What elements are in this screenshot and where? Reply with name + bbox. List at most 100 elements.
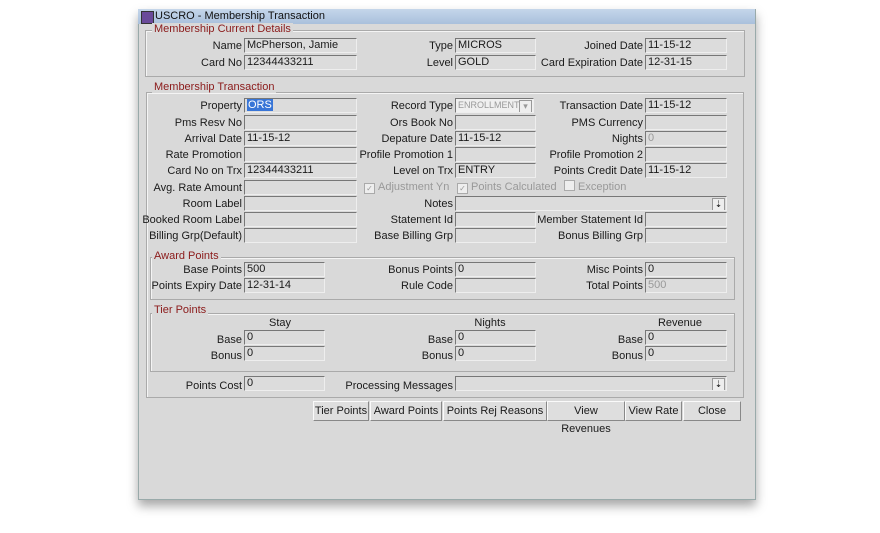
total-points-field[interactable]: 500 (645, 278, 727, 293)
rule-code-field[interactable] (455, 278, 536, 293)
base-points-label: Base Points (183, 264, 242, 276)
joined-date-field[interactable]: 11-15-12 (645, 38, 727, 53)
processing-messages-label: Processing Messages (345, 380, 453, 392)
adjustment-label: Adjustment Yn (378, 181, 450, 193)
revenue-bonus-label: Bonus (611, 350, 643, 362)
stay-base-label: Base (216, 334, 242, 346)
view-rate-button[interactable]: View Rate (625, 401, 682, 421)
expand-down-icon[interactable]: ⇣ (712, 198, 725, 210)
points-credit-date-label: Points Credit Date (553, 165, 643, 177)
nights-label: Nights (611, 133, 643, 145)
title-bar[interactable]: USCRO - Membership Transaction (138, 9, 755, 24)
checkmark-icon: ✓ (364, 183, 375, 194)
processing-messages-field[interactable]: ⇣ (455, 376, 727, 391)
current-details-legend: Membership Current Details (152, 23, 293, 35)
card-no-on-trx-label: Card No on Trx (167, 165, 242, 177)
avg-rate-amount-label: Avg. Rate Amount (153, 182, 242, 194)
level-label: Level (426, 57, 453, 69)
points-calculated-label: Points Calculated (471, 181, 557, 193)
base-points-field[interactable]: 500 (244, 262, 325, 277)
bonus-billing-grp-label: Bonus Billing Grp (558, 230, 643, 242)
record-type-select[interactable]: ENROLLMENT ▾ (455, 98, 534, 113)
card-expiration-field[interactable]: 12-31-15 (645, 55, 727, 70)
checkmark-icon: ✓ (457, 183, 468, 194)
property-value: ORS (247, 99, 273, 111)
revenue-bonus-field[interactable]: 0 (645, 346, 727, 361)
nights-bonus-label: Bonus (421, 350, 453, 362)
stay-bonus-field[interactable]: 0 (244, 346, 325, 361)
statement-id-field[interactable] (455, 212, 536, 227)
property-label: Property (200, 100, 242, 112)
card-no-label: Card No (201, 57, 242, 69)
level-on-trx-field[interactable]: ENTRY (455, 163, 536, 178)
tier-points-button[interactable]: Tier Points (313, 401, 369, 421)
view-revenues-button[interactable]: View Revenues (547, 401, 625, 435)
nights-header: Nights (474, 317, 506, 329)
booked-room-label-label: Booked Room Label (142, 214, 242, 226)
bonus-points-label: Bonus Points (388, 264, 453, 276)
stay-base-field[interactable]: 0 (244, 330, 325, 345)
notes-field[interactable]: ⇣ (455, 196, 727, 211)
revenue-base-label: Base (617, 334, 643, 346)
award-points-legend: Award Points (152, 250, 221, 262)
misc-points-field[interactable]: 0 (645, 262, 727, 277)
pms-currency-label: PMS Currency (571, 117, 643, 129)
adjustment-checkbox[interactable]: ✓ Adjustment Yn (364, 180, 449, 194)
pms-resv-label: Pms Resv No (174, 117, 242, 129)
profile-promotion-1-field[interactable] (455, 147, 536, 162)
notes-label: Notes (424, 198, 453, 210)
level-field[interactable]: GOLD (455, 55, 536, 70)
stay-header: Stay (268, 317, 291, 329)
room-label-label: Room Label (182, 198, 242, 210)
stay-bonus-label: Bonus (210, 350, 242, 362)
points-cost-label: Points Cost (185, 380, 242, 392)
transaction-date-label: Transaction Date (559, 100, 643, 112)
nights-base-field[interactable]: 0 (455, 330, 536, 345)
billing-grp-default-label: Billing Grp(Default) (149, 230, 242, 242)
joined-date-label: Joined Date (584, 40, 643, 52)
record-type-label: Record Type (390, 100, 453, 112)
revenue-header: Revenue (657, 317, 703, 329)
type-label: Type (429, 40, 453, 52)
misc-points-label: Misc Points (586, 264, 643, 276)
points-expiry-date-label: Points Expiry Date (151, 280, 242, 292)
checkbox-empty-icon (564, 180, 575, 191)
points-calculated-checkbox[interactable]: ✓ Points Calculated (457, 180, 557, 194)
avg-rate-amount-field[interactable] (244, 180, 357, 195)
ors-book-label: Ors Book No (390, 117, 453, 129)
base-billing-grp-label: Base Billing Grp (374, 230, 453, 242)
points-rej-reasons-button[interactable]: Points Rej Reasons (443, 401, 547, 421)
record-type-value: ENROLLMENT (458, 100, 520, 110)
exception-checkbox[interactable]: Exception (564, 180, 626, 194)
statement-id-label: Statement Id (390, 214, 453, 226)
transaction-date-field[interactable]: 11-15-12 (645, 98, 727, 113)
bonus-billing-grp-field[interactable] (645, 228, 727, 243)
ors-book-field[interactable] (455, 115, 536, 130)
departure-date-field[interactable]: 11-15-12 (455, 131, 536, 146)
points-credit-date-field[interactable]: 11-15-12 (645, 163, 727, 178)
pms-currency-field[interactable] (645, 115, 727, 130)
member-statement-id-field[interactable] (645, 212, 727, 227)
exception-label: Exception (578, 181, 627, 193)
name-label: Name (212, 40, 242, 52)
nights-base-label: Base (427, 334, 453, 346)
profile-promotion-1-label: Profile Promotion 1 (359, 149, 453, 161)
profile-promotion-2-label: Profile Promotion 2 (549, 149, 643, 161)
points-cost-field[interactable]: 0 (244, 376, 325, 391)
rule-code-label: Rule Code (401, 280, 453, 292)
profile-promotion-2-field[interactable] (645, 147, 727, 162)
points-expiry-date-field[interactable]: 12-31-14 (244, 278, 325, 293)
award-points-button[interactable]: Award Points (370, 401, 442, 421)
bonus-points-field[interactable]: 0 (455, 262, 536, 277)
departure-date-label: Depature Date (381, 133, 453, 145)
base-billing-grp-field[interactable] (455, 228, 536, 243)
revenue-base-field[interactable]: 0 (645, 330, 727, 345)
tier-points-legend: Tier Points (152, 304, 209, 316)
rate-promotion-label: Rate Promotion (165, 149, 242, 161)
nights-field[interactable]: 0 (645, 131, 727, 146)
expand-down-icon[interactable]: ⇣ (712, 378, 725, 390)
close-button[interactable]: Close (683, 401, 741, 421)
type-field[interactable]: MICROS (455, 38, 536, 53)
nights-bonus-field[interactable]: 0 (455, 346, 536, 361)
card-expiration-label: Card Expiration Date (540, 57, 643, 69)
